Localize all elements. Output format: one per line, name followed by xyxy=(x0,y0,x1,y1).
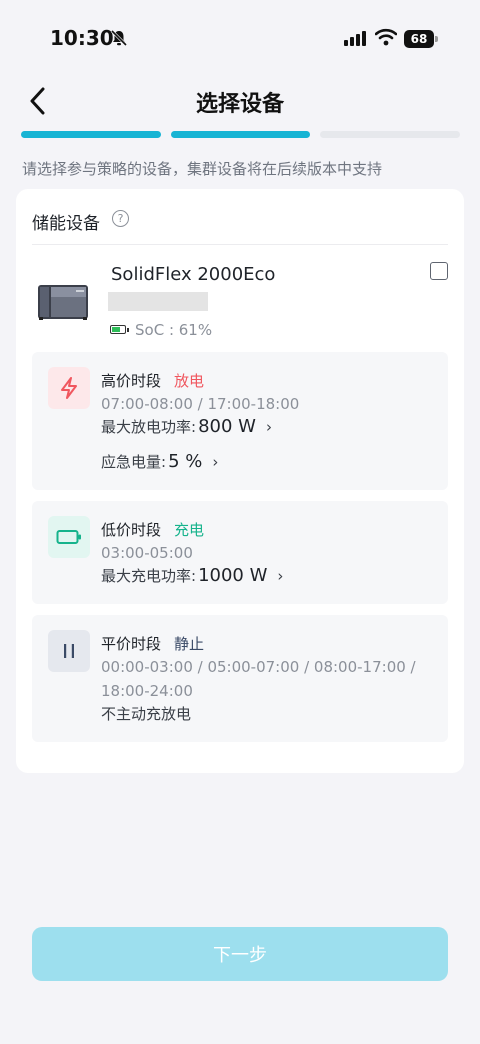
period-valley: 低价时段 充电 03:00-05:00 最大充电功率: 1000 W › xyxy=(32,501,448,604)
help-icon[interactable]: ? xyxy=(112,210,129,227)
bell-off-icon xyxy=(110,29,128,51)
status-bar: 10:30 68 xyxy=(0,0,480,78)
period-peak: 高价时段 放电 07:00-08:00 / 17:00-18:00 最大放电功率… xyxy=(32,352,448,490)
period-time-line1: 00:00-03:00 / 05:00-07:00 / 08:00-17:00 … xyxy=(101,658,416,676)
chevron-right-icon: › xyxy=(265,418,272,436)
reserve-capacity-value: 5 % xyxy=(168,451,203,472)
progress-stepper xyxy=(21,131,461,138)
divider xyxy=(32,244,448,245)
section-title: 储能设备 xyxy=(32,214,100,234)
reserve-capacity-label: 应急电量: xyxy=(101,453,167,471)
battery-charge-icon xyxy=(48,516,90,558)
device-serial-redacted xyxy=(108,292,208,311)
step-2 xyxy=(170,131,311,138)
step-1 xyxy=(21,131,161,138)
wifi-icon xyxy=(374,28,398,50)
max-discharge-power-row[interactable]: 最大放电功率: 800 W › xyxy=(101,416,272,437)
hint-text: 请选择参与策略的设备，集群设备将在后续版本中支持 xyxy=(22,160,383,178)
period-flat: 平价时段 静止 00:00-03:00 / 05:00-07:00 / 08:0… xyxy=(32,615,448,742)
page-title: 选择设备 xyxy=(195,92,284,117)
battery-soc-icon xyxy=(110,325,129,334)
signal-icon xyxy=(344,31,366,46)
max-charge-power-row[interactable]: 最大充电功率: 1000 W › xyxy=(101,565,283,586)
idle-tag: 静止 xyxy=(174,635,205,653)
period-time: 03:00-05:00 xyxy=(101,544,193,562)
next-button[interactable]: 下一步 xyxy=(32,927,448,981)
chevron-right-icon: › xyxy=(212,453,219,471)
period-title: 平价时段 xyxy=(101,635,162,653)
device-name: SolidFlex 2000Eco xyxy=(111,264,276,285)
battery-indicator: 68 xyxy=(404,30,434,48)
period-title: 高价时段 xyxy=(101,372,162,390)
period-title: 低价时段 xyxy=(101,521,162,539)
soc-text: SoC : 61% xyxy=(135,321,213,339)
max-discharge-power-value: 800 W xyxy=(198,416,256,437)
step-3 xyxy=(320,131,461,138)
lightning-icon xyxy=(48,367,90,409)
chevron-right-icon: › xyxy=(277,567,284,585)
period-time-line2: 18:00-24:00 xyxy=(101,682,193,700)
max-charge-power-label: 最大充电功率: xyxy=(101,567,197,585)
battery-tip xyxy=(435,36,438,42)
max-charge-power-value: 1000 W xyxy=(198,565,268,586)
device-image xyxy=(36,281,90,321)
discharge-tag: 放电 xyxy=(174,372,205,390)
reserve-capacity-row[interactable]: 应急电量: 5 % › xyxy=(101,451,218,472)
device-checkbox[interactable] xyxy=(430,262,448,280)
status-time: 10:30 xyxy=(50,26,114,50)
pause-icon xyxy=(48,630,90,672)
period-time: 07:00-08:00 / 17:00-18:00 xyxy=(101,395,300,413)
device-card: 储能设备 ? SolidFlex 2000Eco SoC : 61% 高价时段 … xyxy=(16,189,464,773)
no-charge-note-text: 不主动充放电 xyxy=(101,705,192,723)
charge-tag: 充电 xyxy=(174,521,205,539)
max-discharge-power-label: 最大放电功率: xyxy=(101,418,197,436)
no-charge-note: 不主动充放电 xyxy=(101,703,191,724)
